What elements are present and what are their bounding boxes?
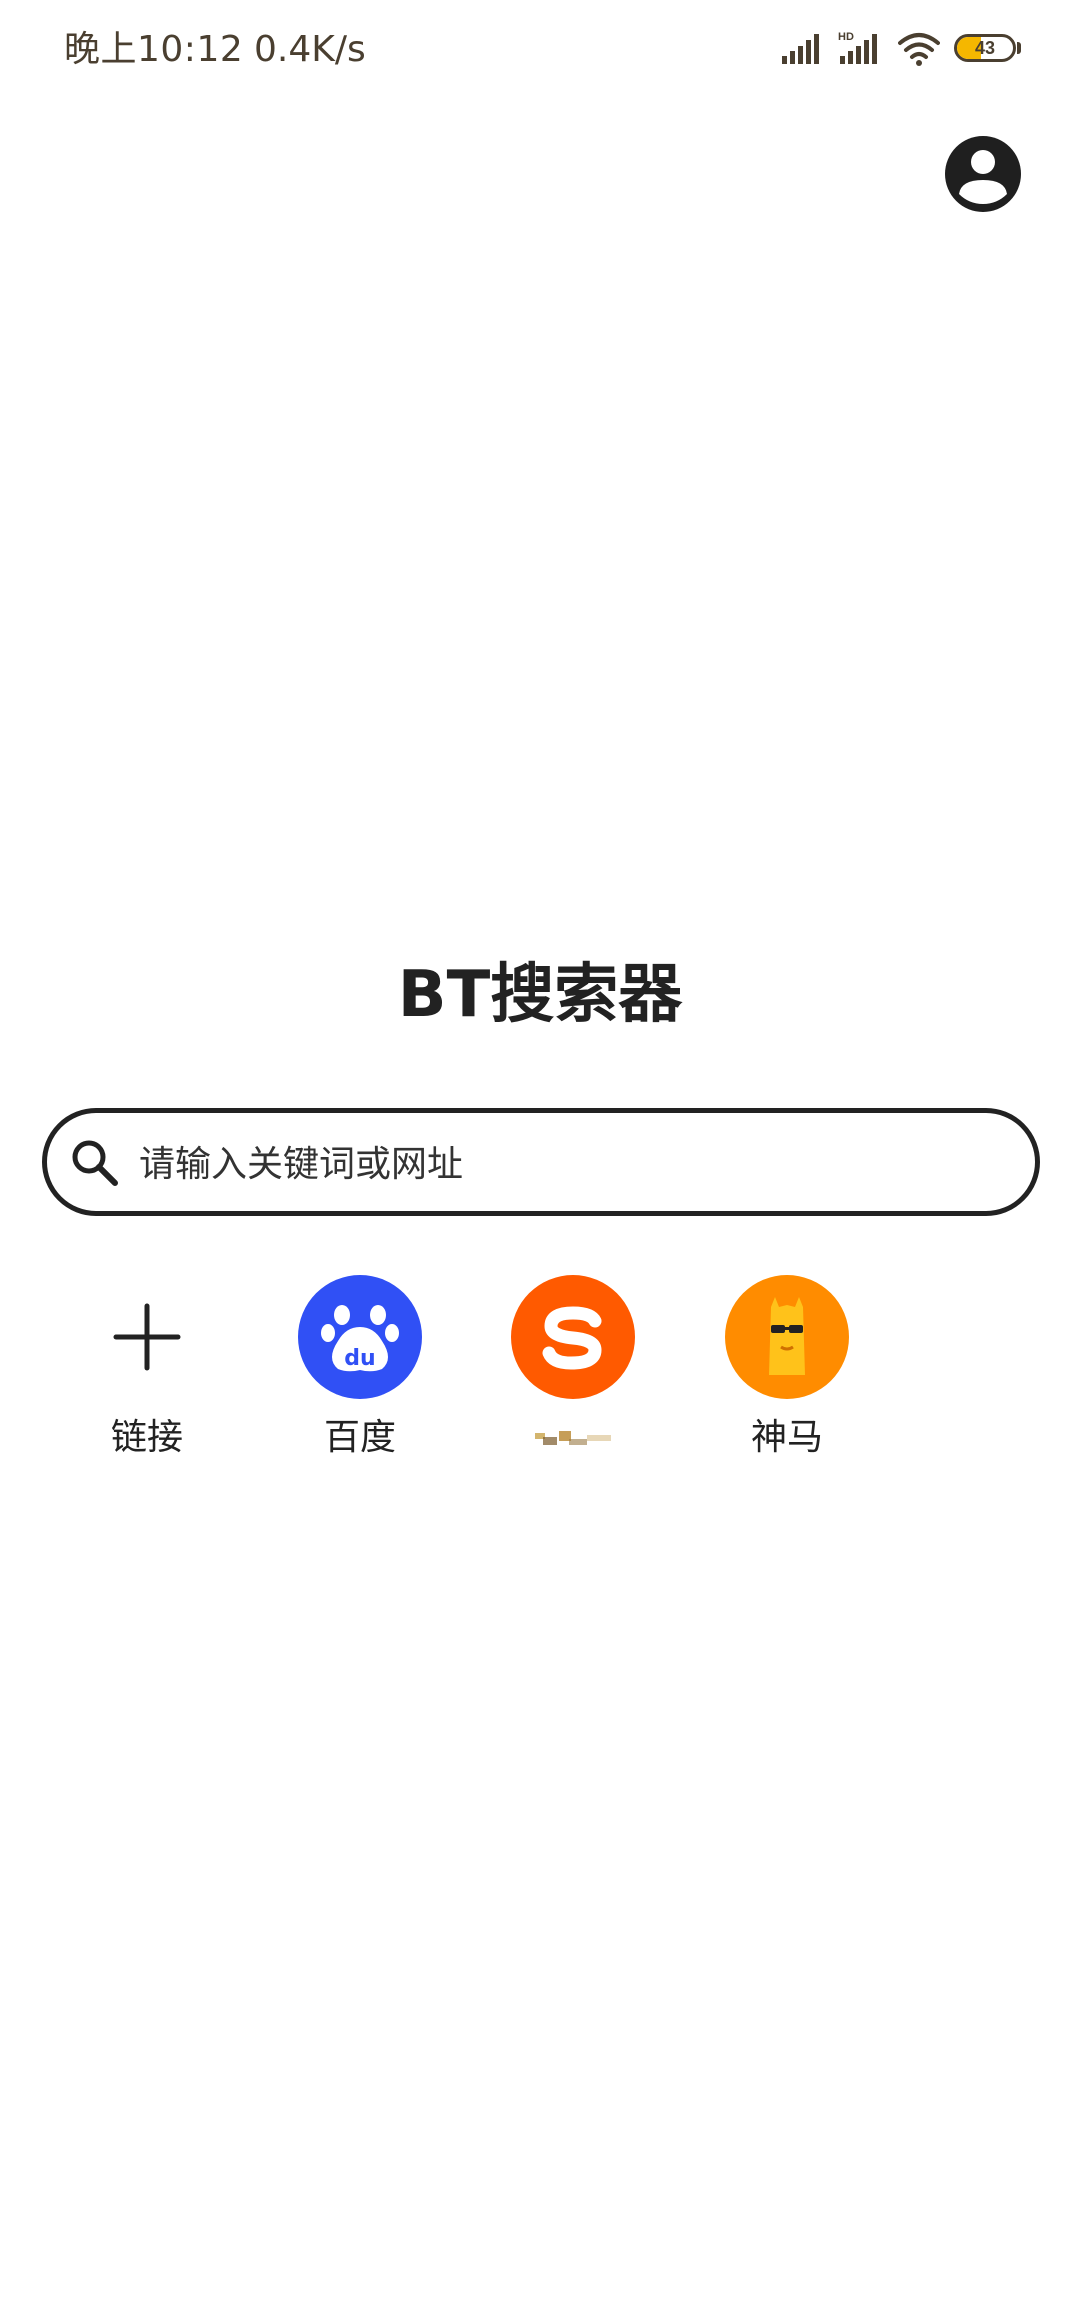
- network-speed: 0.4K/s: [254, 29, 366, 70]
- app-title: BT搜索器: [397, 958, 683, 1032]
- status-time: 晚上10:12: [64, 29, 244, 70]
- shortcut-baidu-icon-wrap: du: [298, 1275, 422, 1399]
- shortcut-label: 链接: [110, 1417, 183, 1458]
- svg-text:du: du: [344, 1346, 375, 1371]
- baidu-paw-icon: du: [321, 1305, 399, 1372]
- search-input[interactable]: [137, 1127, 1001, 1201]
- battery-tip: [1017, 42, 1021, 54]
- search-bar[interactable]: [42, 1108, 1040, 1216]
- blurred-label-image: [535, 1431, 611, 1445]
- wifi-icon: [898, 33, 940, 66]
- shortcut-link-icon-wrap: [85, 1275, 209, 1399]
- shortcut-sogou[interactable]: [503, 1275, 643, 1475]
- hd-label: HD: [838, 31, 854, 43]
- shortcut-shenma[interactable]: 神马: [717, 1275, 857, 1475]
- account-button[interactable]: [945, 136, 1021, 212]
- sogou-icon: [542, 1306, 602, 1370]
- battery-level: 43: [974, 38, 996, 58]
- cell-signal-hd-icon: HD: [838, 31, 877, 64]
- shortcut-baidu[interactable]: du 百度: [290, 1275, 430, 1475]
- shortcut-sogou-icon-wrap: [511, 1275, 635, 1399]
- account-circle-icon: [959, 150, 1007, 204]
- shortcut-shenma-icon-wrap: [725, 1275, 849, 1399]
- shortcut-label: 百度: [323, 1417, 396, 1458]
- cell-signal-icon: [782, 34, 819, 64]
- shenma-alpaca-icon: [769, 1297, 805, 1375]
- battery-icon: 43: [954, 34, 1016, 62]
- plus-icon: [113, 1303, 181, 1371]
- search-icon[interactable]: [69, 1137, 121, 1189]
- shortcut-link[interactable]: 链接: [77, 1275, 217, 1475]
- status-bar: 晚上10:12 0.4K/s HD 43: [0, 0, 1080, 100]
- shortcut-label: 神马: [750, 1417, 823, 1458]
